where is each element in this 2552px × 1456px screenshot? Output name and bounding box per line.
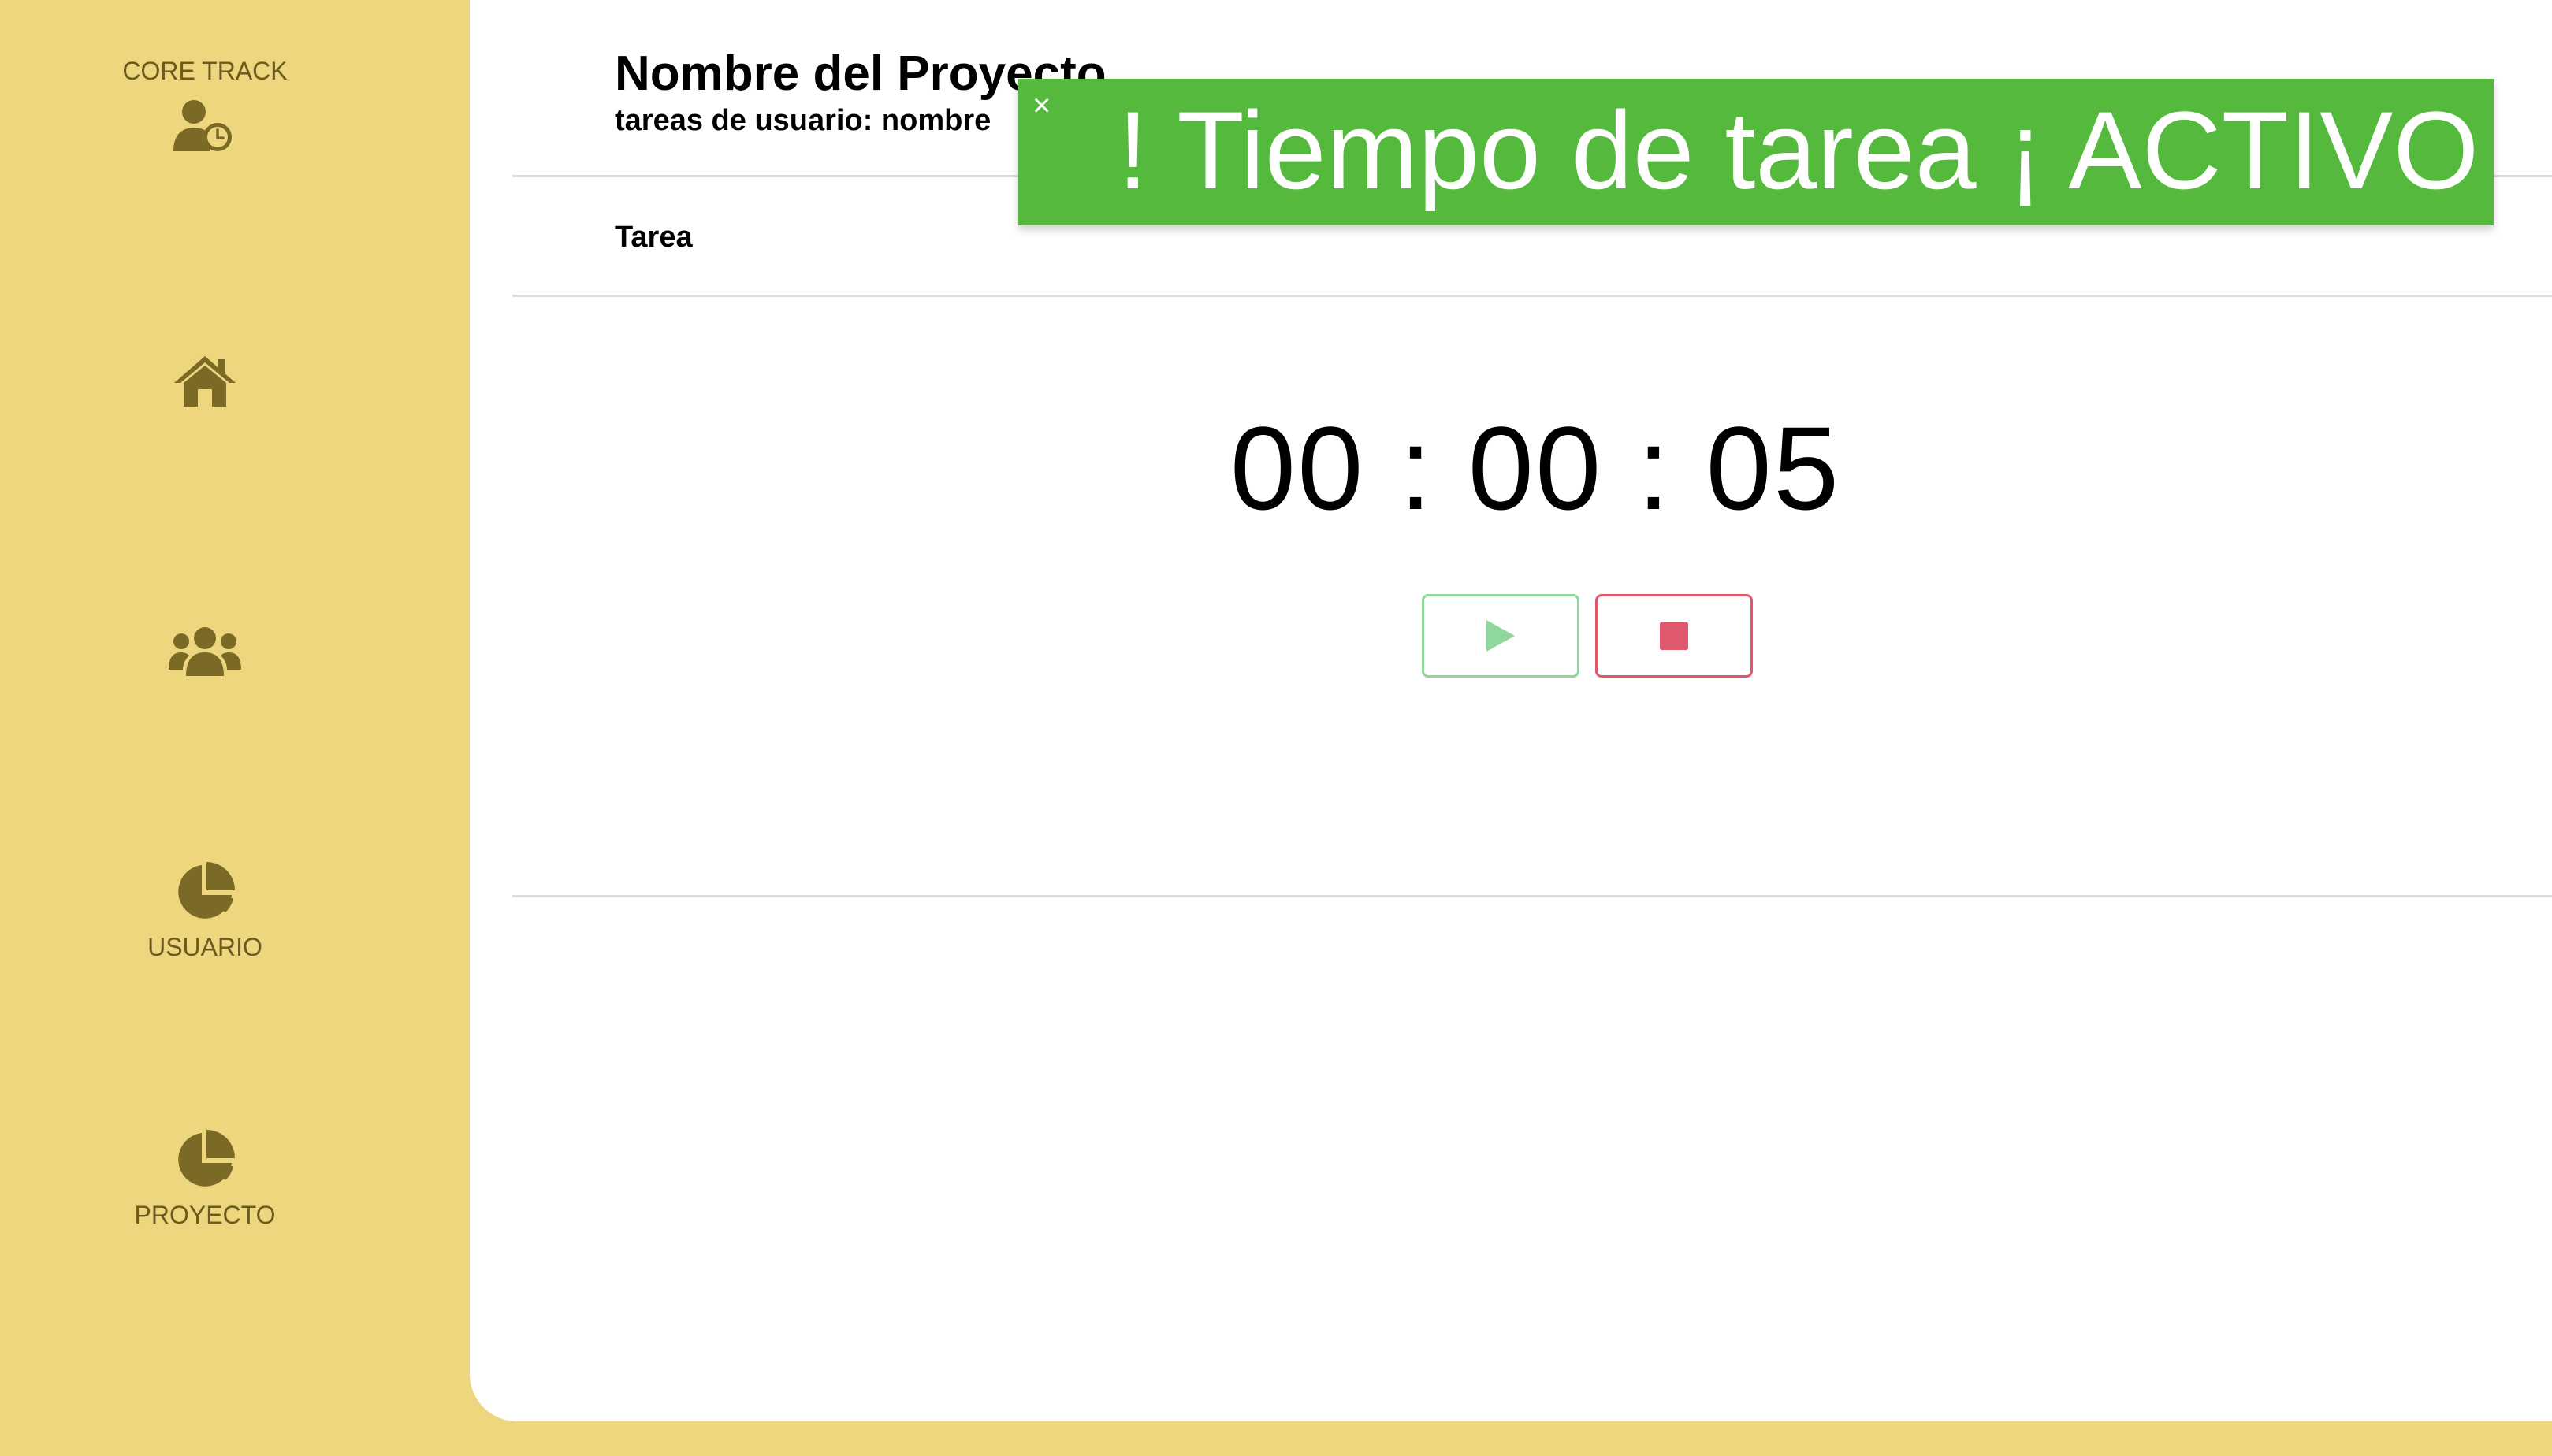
user-clock-icon xyxy=(173,100,232,151)
timer-display: 00 : 00 : 05 xyxy=(1229,402,1841,534)
stop-button[interactable] xyxy=(1595,594,1753,678)
divider xyxy=(512,295,2552,297)
sidebar-item-label: USUARIO xyxy=(147,933,262,961)
sidebar-item-users[interactable] xyxy=(0,624,410,678)
sidebar-item-home[interactable] xyxy=(0,353,410,408)
home-icon xyxy=(174,356,236,407)
notification-toast: × ! Tiempo de tarea ¡ ACTIVO xyxy=(1018,79,2494,225)
page-subtitle: tareas de usuario: nombre xyxy=(615,104,991,137)
users-icon xyxy=(169,627,241,676)
play-button[interactable] xyxy=(1422,594,1579,678)
sidebar: CORE TRACK USUARIO PROYECTO xyxy=(0,0,470,1456)
stop-icon xyxy=(1660,622,1688,650)
pie-chart-icon xyxy=(178,1130,235,1187)
sidebar-item-proyecto[interactable]: PROYECTO xyxy=(0,1130,410,1230)
task-label: Tarea xyxy=(615,221,693,254)
play-icon xyxy=(1486,620,1515,652)
sidebar-item-usuario[interactable]: USUARIO xyxy=(0,862,410,962)
brand-name: CORE TRACK xyxy=(122,57,288,85)
toast-message: ! Tiempo de tarea ¡ ACTIVO xyxy=(1118,88,2479,212)
sidebar-item-label: PROYECTO xyxy=(134,1201,276,1229)
close-icon[interactable]: × xyxy=(1032,90,1051,121)
pie-chart-icon xyxy=(178,862,235,919)
divider xyxy=(512,895,2552,897)
